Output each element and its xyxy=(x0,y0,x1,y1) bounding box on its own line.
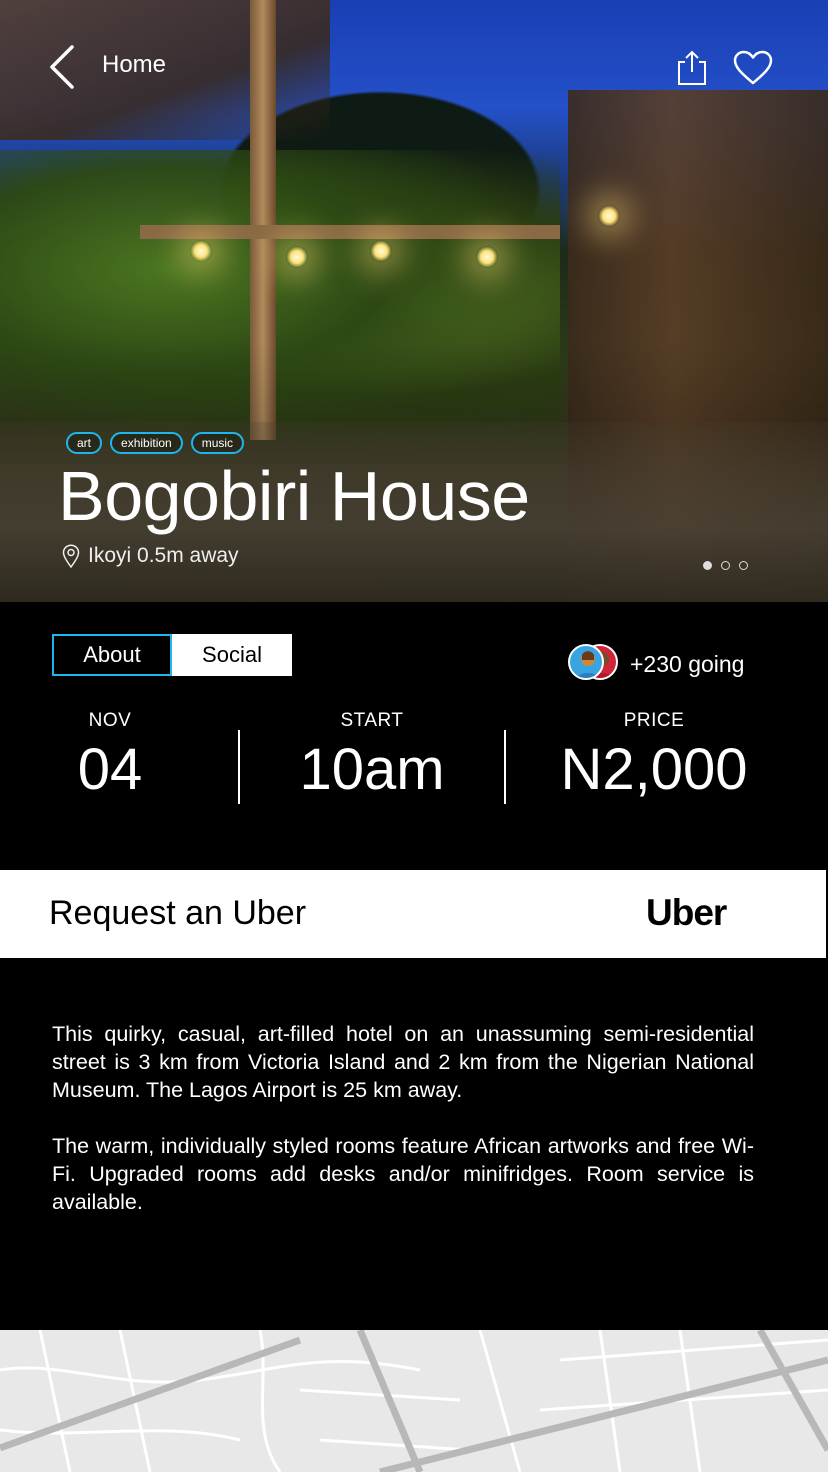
request-uber-label: Request an Uber xyxy=(49,894,307,932)
stat-price: PRICE N2,000 xyxy=(548,710,760,803)
tab-bar: About Social xyxy=(52,634,292,676)
venue-title: Bogobiri House xyxy=(58,457,530,535)
carousel-dot-1[interactable] xyxy=(703,561,712,570)
stat-date-label: NOV xyxy=(88,710,132,731)
tag-list: art exhibition music xyxy=(66,432,245,454)
uber-logo: Uber xyxy=(646,892,727,933)
attendee-avatars xyxy=(568,644,620,684)
carousel-dot-2[interactable] xyxy=(721,561,730,570)
stat-date: NOV 04 xyxy=(60,710,160,803)
tag-exhibition[interactable]: exhibition xyxy=(110,432,183,454)
stat-price-label: PRICE xyxy=(623,710,685,731)
back-home-label[interactable]: Home xyxy=(102,51,166,79)
stat-start-value: 10am xyxy=(299,737,445,802)
tag-art[interactable]: art xyxy=(66,432,103,454)
carousel-pagination xyxy=(703,561,748,570)
tag-music[interactable]: music xyxy=(190,432,245,454)
chevron-left-icon[interactable] xyxy=(48,44,78,90)
going-count: +230 going xyxy=(630,650,745,677)
location-pin-icon xyxy=(62,544,80,568)
stat-divider xyxy=(238,730,240,804)
attendance-summary[interactable]: +230 going xyxy=(568,644,744,684)
location-text: Ikoyi 0.5m away xyxy=(88,544,239,567)
map-streets xyxy=(0,1330,828,1472)
hero-beam-decor xyxy=(140,225,560,239)
description-paragraph: The warm, individually styled rooms feat… xyxy=(52,1134,754,1214)
venue-description: This quirky, casual, art-filled hotel on… xyxy=(52,1020,754,1244)
avatar xyxy=(568,644,604,680)
stat-start: START 10am xyxy=(282,710,462,803)
light-bulb-decor xyxy=(370,240,392,262)
top-bar: Home xyxy=(0,0,828,130)
heart-icon[interactable] xyxy=(733,50,773,86)
location-map[interactable] xyxy=(0,1330,828,1472)
light-bulb-decor xyxy=(286,246,308,268)
stat-divider xyxy=(504,730,506,804)
tab-about[interactable]: About xyxy=(52,634,172,676)
tab-social[interactable]: Social xyxy=(172,634,292,676)
lantern-decor xyxy=(598,205,620,227)
hero-image[interactable]: Home art exhibition music Bogobiri House… xyxy=(0,0,828,602)
carousel-dot-3[interactable] xyxy=(739,561,748,570)
description-paragraph: This quirky, casual, art-filled hotel on… xyxy=(52,1022,754,1102)
light-bulb-decor xyxy=(190,240,212,262)
request-uber-button[interactable]: Request an Uber Uber xyxy=(0,870,826,958)
light-bulb-decor xyxy=(476,246,498,268)
stat-price-value: N2,000 xyxy=(560,737,748,802)
venue-location: Ikoyi 0.5m away xyxy=(62,544,239,568)
share-icon[interactable] xyxy=(676,50,708,86)
stat-date-value: 04 xyxy=(77,737,143,802)
stat-start-label: START xyxy=(340,710,404,731)
